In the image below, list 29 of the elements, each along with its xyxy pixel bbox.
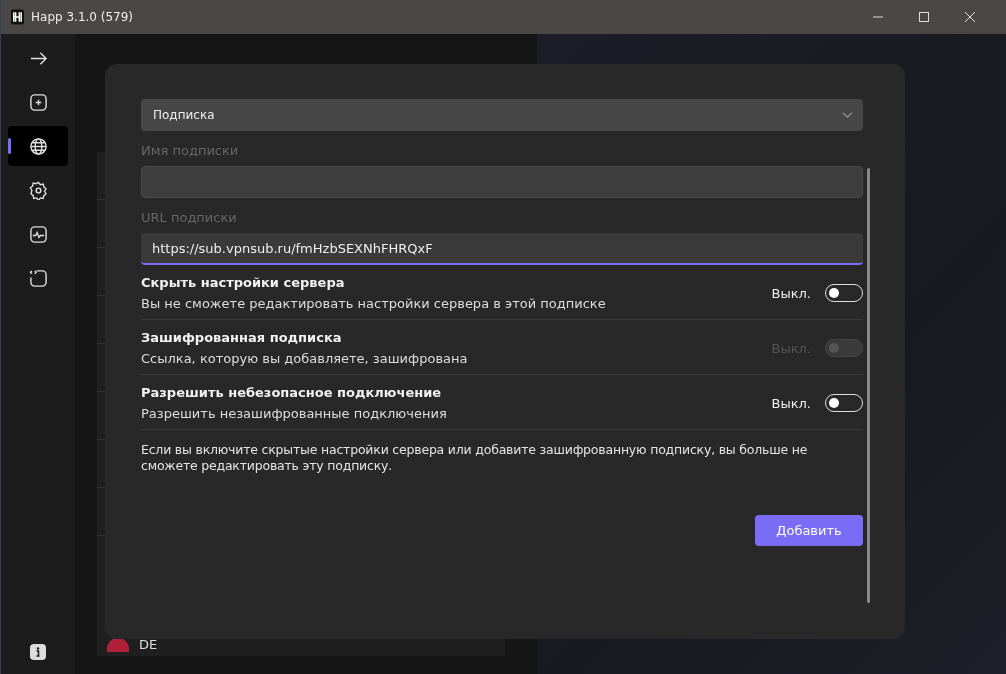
globe-icon [28,136,48,156]
code-icon [28,268,48,288]
option-title: Зашифрованная подписка [141,330,343,345]
toggle-state: Выкл. [771,395,811,411]
window-title: Happ 3.1.0 (579) [31,10,134,24]
option-description: Вы не сможете редактировать настройки сервера в этой подписке [141,296,607,311]
option-title: Скрыть настройки сервера [141,275,346,290]
field-label: URL подписки [141,210,238,225]
maximize-icon[interactable] [918,11,930,23]
option-title: Разрешить небезопасное подключение [141,385,443,400]
field-label: Имя подписки [141,143,240,158]
note-text: Если вы включите скрытые настройки сервера или добавите зашифрованную подписку, вы больше не сможете редактировать эту подписку. [141,442,809,475]
type-dropdown[interactable]: Подписка [141,99,863,131]
option-description: Ссылка, которую вы добавляете, зашифрована [141,351,469,366]
close-icon[interactable] [964,11,976,23]
settings-icon [28,180,48,200]
info-icon[interactable] [30,644,46,660]
toggle-state: Выкл. [771,285,811,301]
input-field[interactable]: https://sub.vpnsub.ru/fmHzbSEXNhFHRQxF [141,233,863,265]
flag-icon [107,637,129,652]
option-description: Разрешить незашифрованные подключения [141,406,448,421]
chart-icon [28,224,48,244]
server-name[interactable]: DE [139,637,158,652]
chevron-down-icon [842,111,853,119]
scrollbar[interactable] [867,168,870,603]
app-logo-icon [11,9,24,25]
nav-item-selected[interactable] [8,126,68,166]
add-button[interactable]: Добавить [755,514,863,546]
add-icon [28,92,48,112]
